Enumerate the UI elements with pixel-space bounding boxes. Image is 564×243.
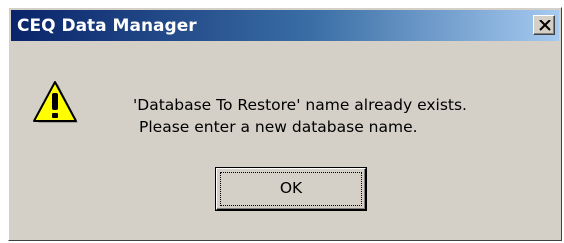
ok-button-label: OK <box>279 179 303 197</box>
title-bar[interactable]: CEQ Data Manager <box>11 10 559 41</box>
message-text: 'Database To Restore' name already exist… <box>133 94 467 138</box>
message-line-2: Please enter a new database name. <box>139 118 418 136</box>
message-line-1: 'Database To Restore' name already exist… <box>133 96 467 114</box>
message-dialog: CEQ Data Manager 'Database To Restore' n… <box>8 7 562 241</box>
page: CEQ Data Manager 'Database To Restore' n… <box>0 0 564 243</box>
ok-button[interactable]: OK <box>216 168 366 210</box>
close-button[interactable] <box>533 15 555 35</box>
window-title: CEQ Data Manager <box>17 16 197 36</box>
warning-icon <box>33 81 78 123</box>
close-icon <box>539 20 551 31</box>
